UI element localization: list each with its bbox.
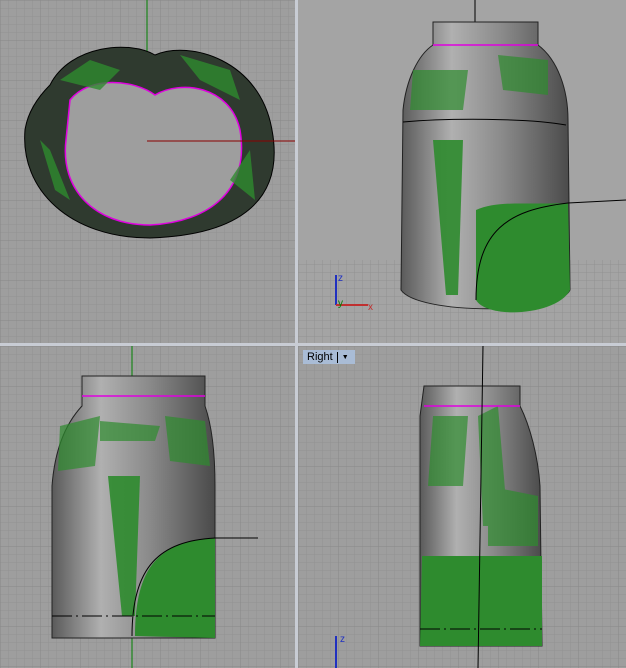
viewport-top[interactable] [0,0,295,343]
axis-y-label: y [338,298,343,309]
front-view-canvas [0,346,295,668]
triangle-down-icon[interactable]: ▼ [342,354,349,361]
right-view-canvas: z [298,346,626,668]
viewport-perspective[interactable]: z y x [298,0,626,343]
perspective-view-canvas: z y x [298,0,626,343]
top-view-canvas [0,0,295,343]
axis-z-label-right: z [340,634,345,645]
viewport-title: Right [307,351,333,363]
axis-x-label: x [368,302,373,313]
viewport-front[interactable] [0,346,295,668]
viewport-label-right[interactable]: Right ▼ [303,350,355,364]
viewport-right[interactable]: z Right ▼ [298,346,626,668]
divider [336,351,338,363]
axis-z-label: z [338,273,343,284]
